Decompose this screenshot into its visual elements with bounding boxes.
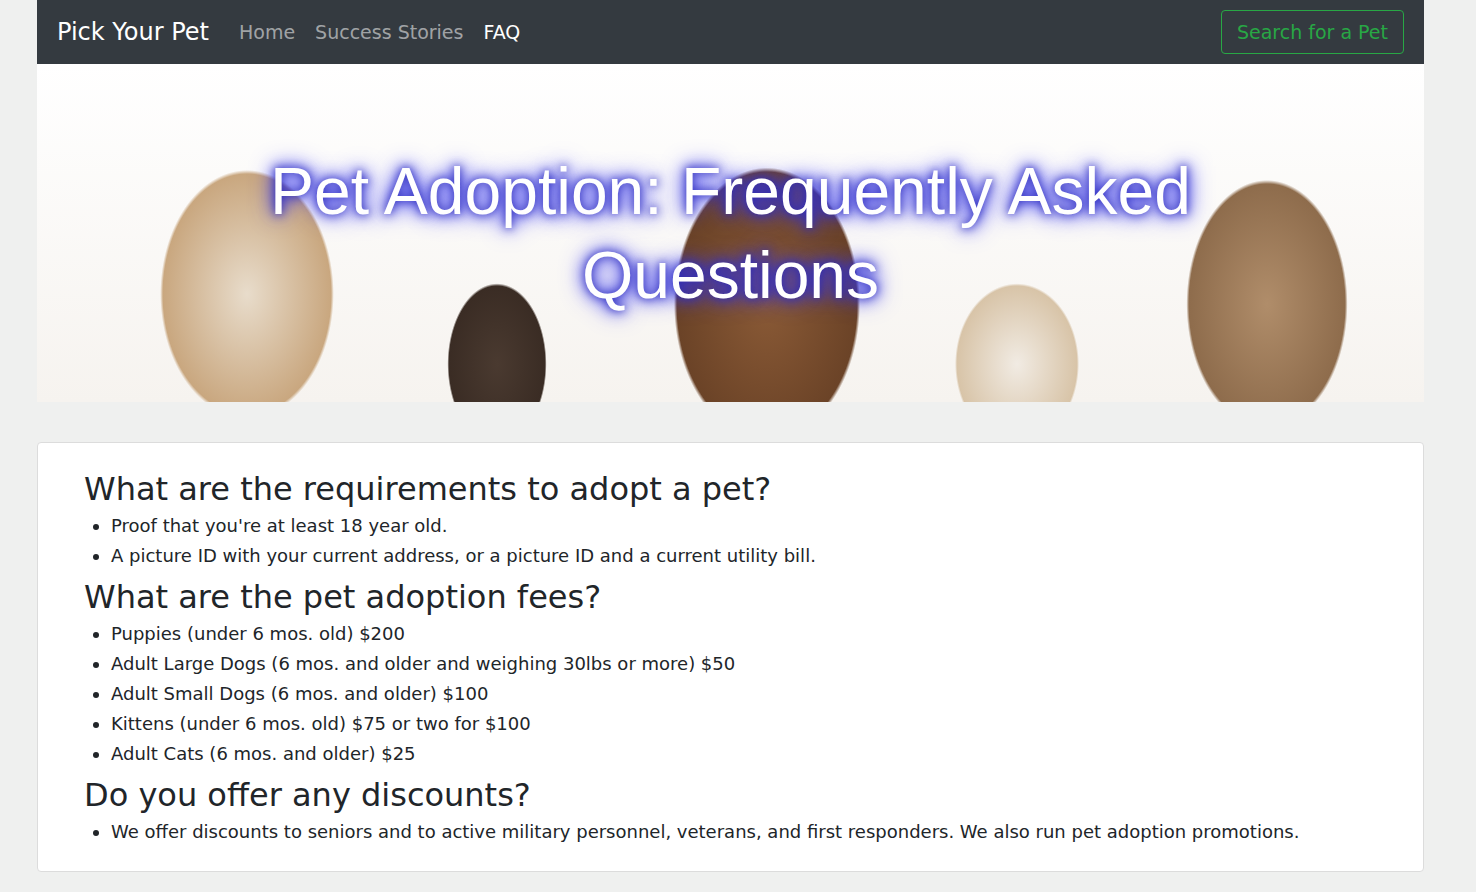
faq-item: What are the requirements to adopt a pet…: [84, 467, 1377, 571]
faq-question: What are the requirements to adopt a pet…: [84, 467, 1377, 511]
faq-answer: Puppies (under 6 mos. old) $200: [111, 619, 1377, 649]
nav-links: Home Success Stories FAQ: [239, 21, 1221, 43]
hero-photo: [37, 64, 1424, 402]
faq-answer: Proof that you're at least 18 year old.: [111, 511, 1377, 541]
faq-answer: A picture ID with your current address, …: [111, 541, 1377, 571]
nav-link[interactable]: Home: [239, 21, 295, 43]
faq-card: What are the requirements to adopt a pet…: [37, 442, 1424, 872]
faq-answer: Adult Large Dogs (6 mos. and older and w…: [111, 649, 1377, 679]
faq-answer: We offer discounts to seniors and to act…: [111, 817, 1377, 847]
faq-answers: Puppies (under 6 mos. old) $200Adult Lar…: [84, 619, 1377, 769]
faq-question: Do you offer any discounts?: [84, 773, 1377, 817]
nav-link[interactable]: Success Stories: [315, 21, 463, 43]
search-button[interactable]: Search for a Pet: [1221, 10, 1404, 54]
hero-title: Pet Adoption: Frequently Asked Questions: [156, 149, 1306, 317]
container: Pick Your Pet Home Success Stories FAQ Searc…: [37, 0, 1424, 872]
faq-answers: Proof that you're at least 18 year old.A…: [84, 511, 1377, 571]
navbar: Pick Your Pet Home Success Stories FAQ Searc…: [37, 0, 1424, 64]
page: Pick Your Pet Home Success Stories FAQ Searc…: [0, 0, 1476, 892]
faq-item: Do you offer any discounts?We offer disc…: [84, 773, 1377, 847]
hero-banner: Pet Adoption: Frequently Asked Questions: [37, 64, 1424, 402]
faq-answers: We offer discounts to seniors and to act…: [84, 817, 1377, 847]
faq-question: What are the pet adoption fees?: [84, 575, 1377, 619]
faq-item: What are the pet adoption fees?Puppies (…: [84, 575, 1377, 769]
faq-answer: Kittens (under 6 mos. old) $75 or two fo…: [111, 709, 1377, 739]
faq-answer: Adult Small Dogs (6 mos. and older) $100: [111, 679, 1377, 709]
nav-link[interactable]: FAQ: [483, 21, 520, 43]
faq-answer: Adult Cats (6 mos. and older) $25: [111, 739, 1377, 769]
brand-link[interactable]: Pick Your Pet: [57, 18, 209, 46]
